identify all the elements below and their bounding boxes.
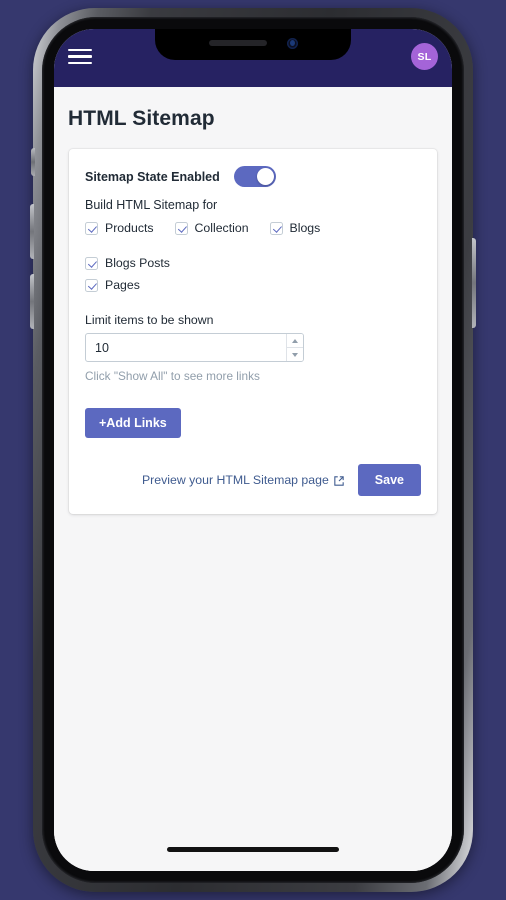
spinner-down-icon[interactable] <box>287 347 303 361</box>
page-title: HTML Sitemap <box>68 107 215 130</box>
limit-items-input[interactable] <box>86 334 286 361</box>
limit-items-spinner[interactable] <box>286 334 303 361</box>
sitemap-state-row: Sitemap State Enabled <box>85 166 421 187</box>
checkbox-checked-icon[interactable] <box>85 278 98 292</box>
toggle-knob <box>256 168 274 185</box>
avatar[interactable]: SL <box>411 43 438 70</box>
checkbox-label: Collection <box>194 221 249 235</box>
earpiece-speaker-icon <box>208 40 267 46</box>
save-button[interactable]: Save <box>357 464 421 496</box>
checkbox-label: Blogs Posts <box>105 256 170 270</box>
checkbox-products[interactable]: Products <box>85 221 154 235</box>
power-button[interactable] <box>472 238 476 328</box>
limit-items-hint: Click "Show All" to see more links <box>85 369 260 383</box>
checkbox-blogs-posts[interactable]: Blogs Posts <box>85 256 170 270</box>
add-links-button[interactable]: +Add Links <box>85 408 181 438</box>
checkbox-label: Products <box>105 221 154 235</box>
hamburger-line <box>68 48 92 52</box>
sitemap-state-toggle[interactable] <box>233 166 276 187</box>
hamburger-line <box>68 61 92 65</box>
checkbox-row-2: Pages <box>85 278 421 292</box>
build-sitemap-subtitle: Build HTML Sitemap for <box>85 198 218 212</box>
home-indicator[interactable] <box>167 847 339 852</box>
phone-mockup: SL HTML Sitemap Sitemap State Enabled Bu… <box>30 8 476 892</box>
checkbox-pages[interactable]: Pages <box>85 278 140 292</box>
sitemap-state-label: Sitemap State Enabled <box>85 169 220 184</box>
hamburger-menu-icon[interactable] <box>68 48 92 65</box>
checkbox-checked-icon[interactable] <box>269 221 283 235</box>
checkbox-checked-icon[interactable] <box>85 221 98 235</box>
checkbox-collection[interactable]: Collection <box>174 221 249 235</box>
checkbox-checked-icon[interactable] <box>174 221 188 235</box>
page-content: HTML Sitemap Sitemap State Enabled Build… <box>54 87 452 871</box>
limit-items-block: Limit items to be shown Click "Show All"… <box>85 313 421 383</box>
preview-link-label: Preview your HTML Sitemap page <box>141 473 329 487</box>
preview-sitemap-link[interactable]: Preview your HTML Sitemap page <box>142 473 344 487</box>
checkbox-blogs[interactable]: Blogs <box>269 221 321 235</box>
checkbox-row-1: Products Collection Blogs Blogs Posts <box>85 221 421 270</box>
limit-items-field[interactable] <box>85 333 304 362</box>
volume-down-button[interactable] <box>30 274 34 329</box>
sitemap-targets-group: Products Collection Blogs Blogs Posts Pa… <box>85 221 421 292</box>
volume-up-button[interactable] <box>30 204 34 259</box>
checkbox-checked-icon[interactable] <box>85 256 98 270</box>
spinner-up-icon[interactable] <box>287 334 303 347</box>
checkbox-label: Blogs <box>289 221 321 235</box>
silence-switch[interactable] <box>31 148 35 176</box>
front-camera-icon <box>286 37 298 49</box>
phone-notch <box>155 29 351 60</box>
external-link-icon <box>334 475 344 486</box>
card-footer-actions: Preview your HTML Sitemap page Save <box>85 464 421 496</box>
limit-items-label: Limit items to be shown <box>85 313 214 327</box>
phone-screen: SL HTML Sitemap Sitemap State Enabled Bu… <box>54 29 452 871</box>
checkbox-label: Pages <box>105 278 140 292</box>
sitemap-settings-card: Sitemap State Enabled Build HTML Sitemap… <box>69 149 437 514</box>
hamburger-line <box>68 55 92 58</box>
